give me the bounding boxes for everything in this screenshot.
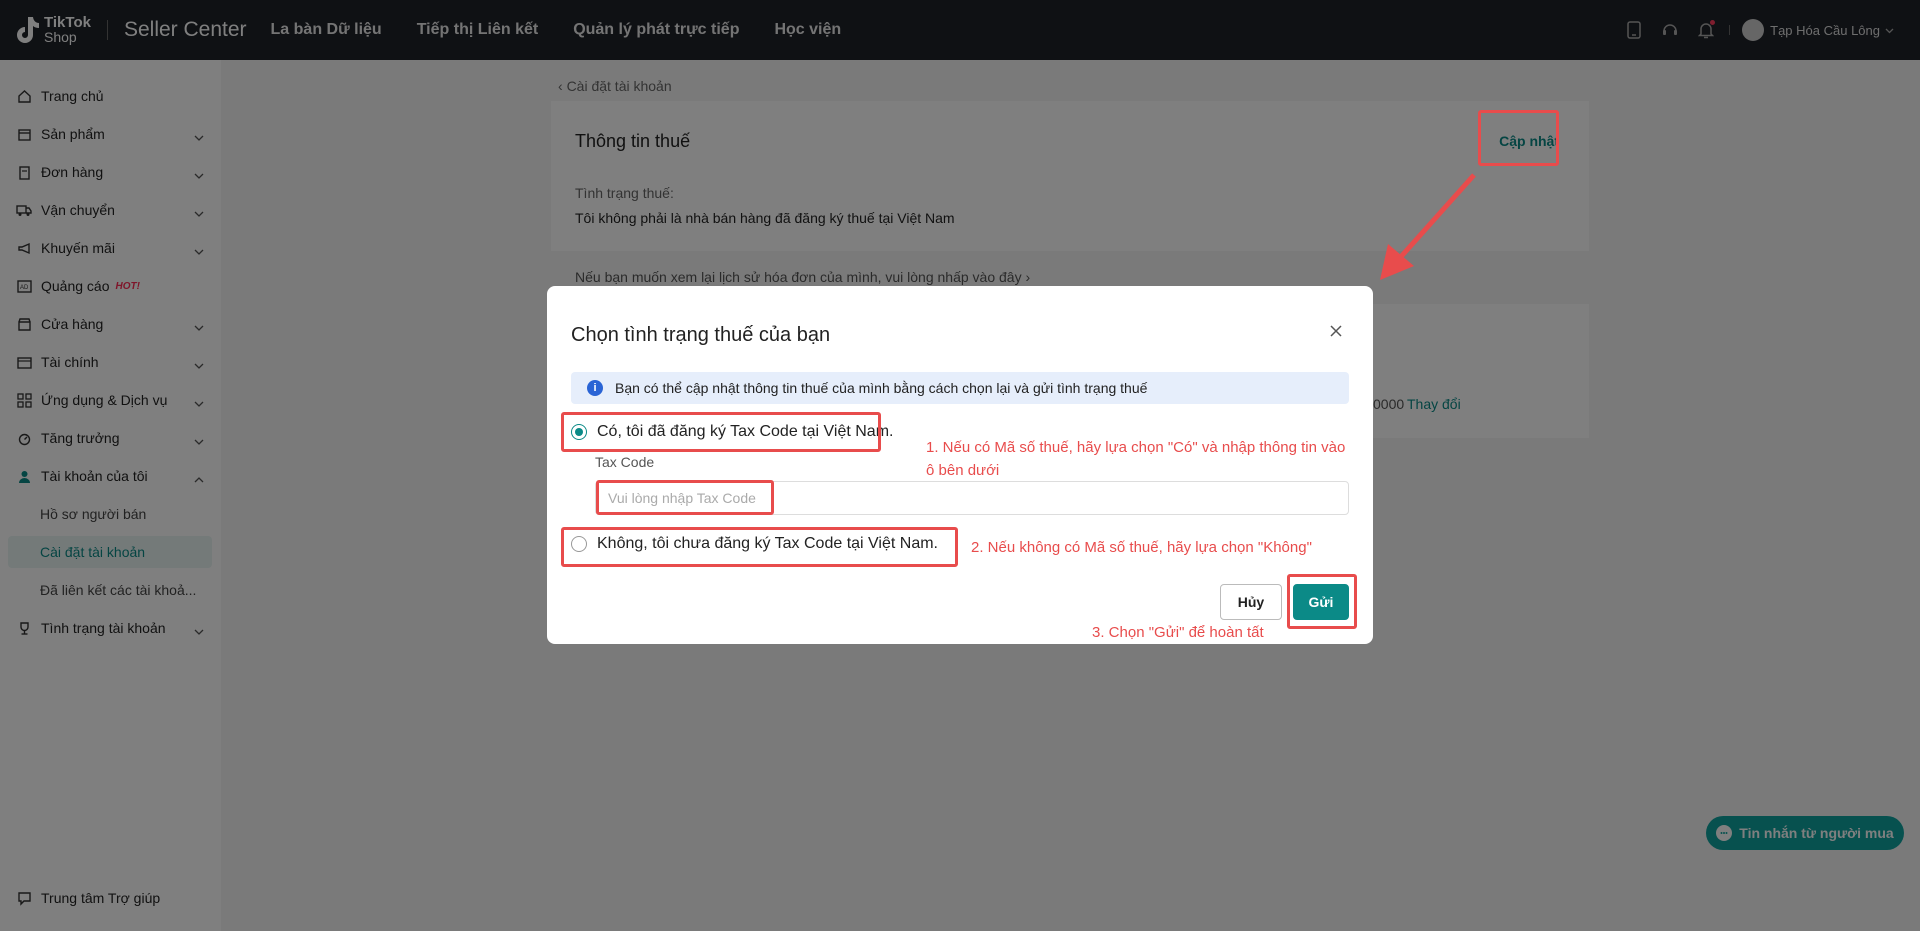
annotation-box-option-yes	[561, 412, 881, 452]
annotation-box-submit	[1287, 574, 1357, 629]
annotation-step-1: 1. Nếu có Mã số thuế, hãy lựa chọn "Có" …	[926, 439, 1346, 479]
annotation-step-2: 2. Nếu không có Mã số thuế, hãy lựa chọn…	[971, 539, 1312, 556]
tax-code-label: Tax Code	[595, 454, 655, 470]
annotation-arrow	[1380, 173, 1476, 280]
annotation-step-3: 3. Chọn "Gửi" để hoàn tất	[1092, 624, 1264, 641]
dialog-title: Chọn tình trạng thuế của bạn	[571, 324, 831, 346]
cancel-button[interactable]: Hủy	[1220, 584, 1282, 620]
annotation-box-update	[1478, 110, 1559, 166]
close-icon[interactable]	[1327, 322, 1345, 340]
annotation-box-tax-input	[596, 480, 774, 515]
annotation-box-option-no	[561, 527, 958, 567]
info-text: Bạn có thể cập nhật thông tin thuế của m…	[615, 380, 1148, 396]
info-banner: i Bạn có thể cập nhật thông tin thuế của…	[571, 372, 1349, 404]
info-icon: i	[587, 380, 603, 396]
